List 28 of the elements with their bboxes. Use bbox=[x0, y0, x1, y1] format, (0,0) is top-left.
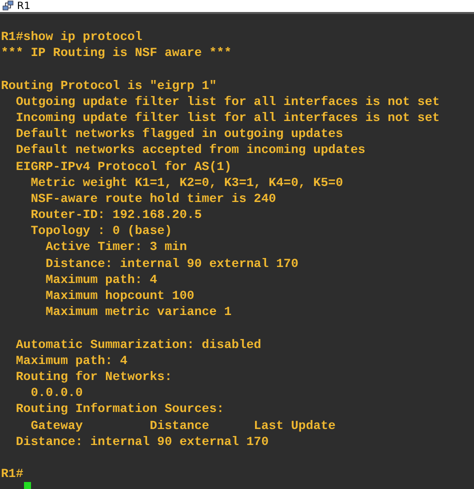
terminal-line: Gateway Distance Last Update bbox=[30, 418, 337, 434]
terminal-line: Distance: internal 90 external 170 bbox=[14, 434, 270, 450]
terminal-line: Maximum hopcount 100 bbox=[44, 288, 196, 304]
terminal-line: Incoming update filter list for all interfaces is not set bbox=[14, 110, 441, 126]
terminal-line: R1# bbox=[1, 466, 24, 482]
window-title: R1 bbox=[17, 0, 30, 12]
terminal-line: Maximum metric variance 1 bbox=[44, 304, 233, 320]
terminal-line: Routing Protocol is "eigrp 1" bbox=[1, 78, 218, 94]
terminal-line: R1#show ip protocol bbox=[1, 29, 144, 46]
terminal-line: Router-ID: 192.168.20.5 bbox=[30, 207, 203, 224]
terminal-line: Topology : 0 (base) bbox=[30, 223, 174, 240]
terminal-line: Routing Information Sources: bbox=[14, 401, 226, 418]
terminal-line: Maximum path: 4 bbox=[14, 352, 128, 369]
terminal-line: NSF-aware route hold timer is 240 bbox=[30, 190, 278, 208]
terminal-line: Distance: internal 90 external 170 bbox=[44, 256, 300, 272]
terminal-line: 0.0.0.0 bbox=[30, 385, 84, 402]
terminal-line: Default networks accepted from incoming updates bbox=[14, 142, 366, 158]
terminal-line: EIGRP-IPv4 Protocol for AS(1) bbox=[14, 158, 233, 175]
terminal-line: Default networks flagged in outgoing updates bbox=[14, 126, 344, 142]
terminal-line: Routing for Networks: bbox=[14, 368, 174, 386]
terminal-line: Metric weight K1=1, K2=0, K3=1, K4=0, K5=0 bbox=[30, 174, 344, 191]
terminal-line: Automatic Summarization: disabled bbox=[14, 336, 262, 353]
terminal-line: Outgoing update filter list for all interfaces is not set bbox=[14, 94, 441, 110]
terminal-line: Maximum path: 4 bbox=[44, 272, 158, 288]
terminal-line: Active Timer: 3 min bbox=[44, 239, 188, 256]
network-icon bbox=[2, 0, 14, 12]
cursor-block bbox=[24, 482, 31, 489]
terminal-line: *** IP Routing is NSF aware *** bbox=[1, 45, 233, 62]
